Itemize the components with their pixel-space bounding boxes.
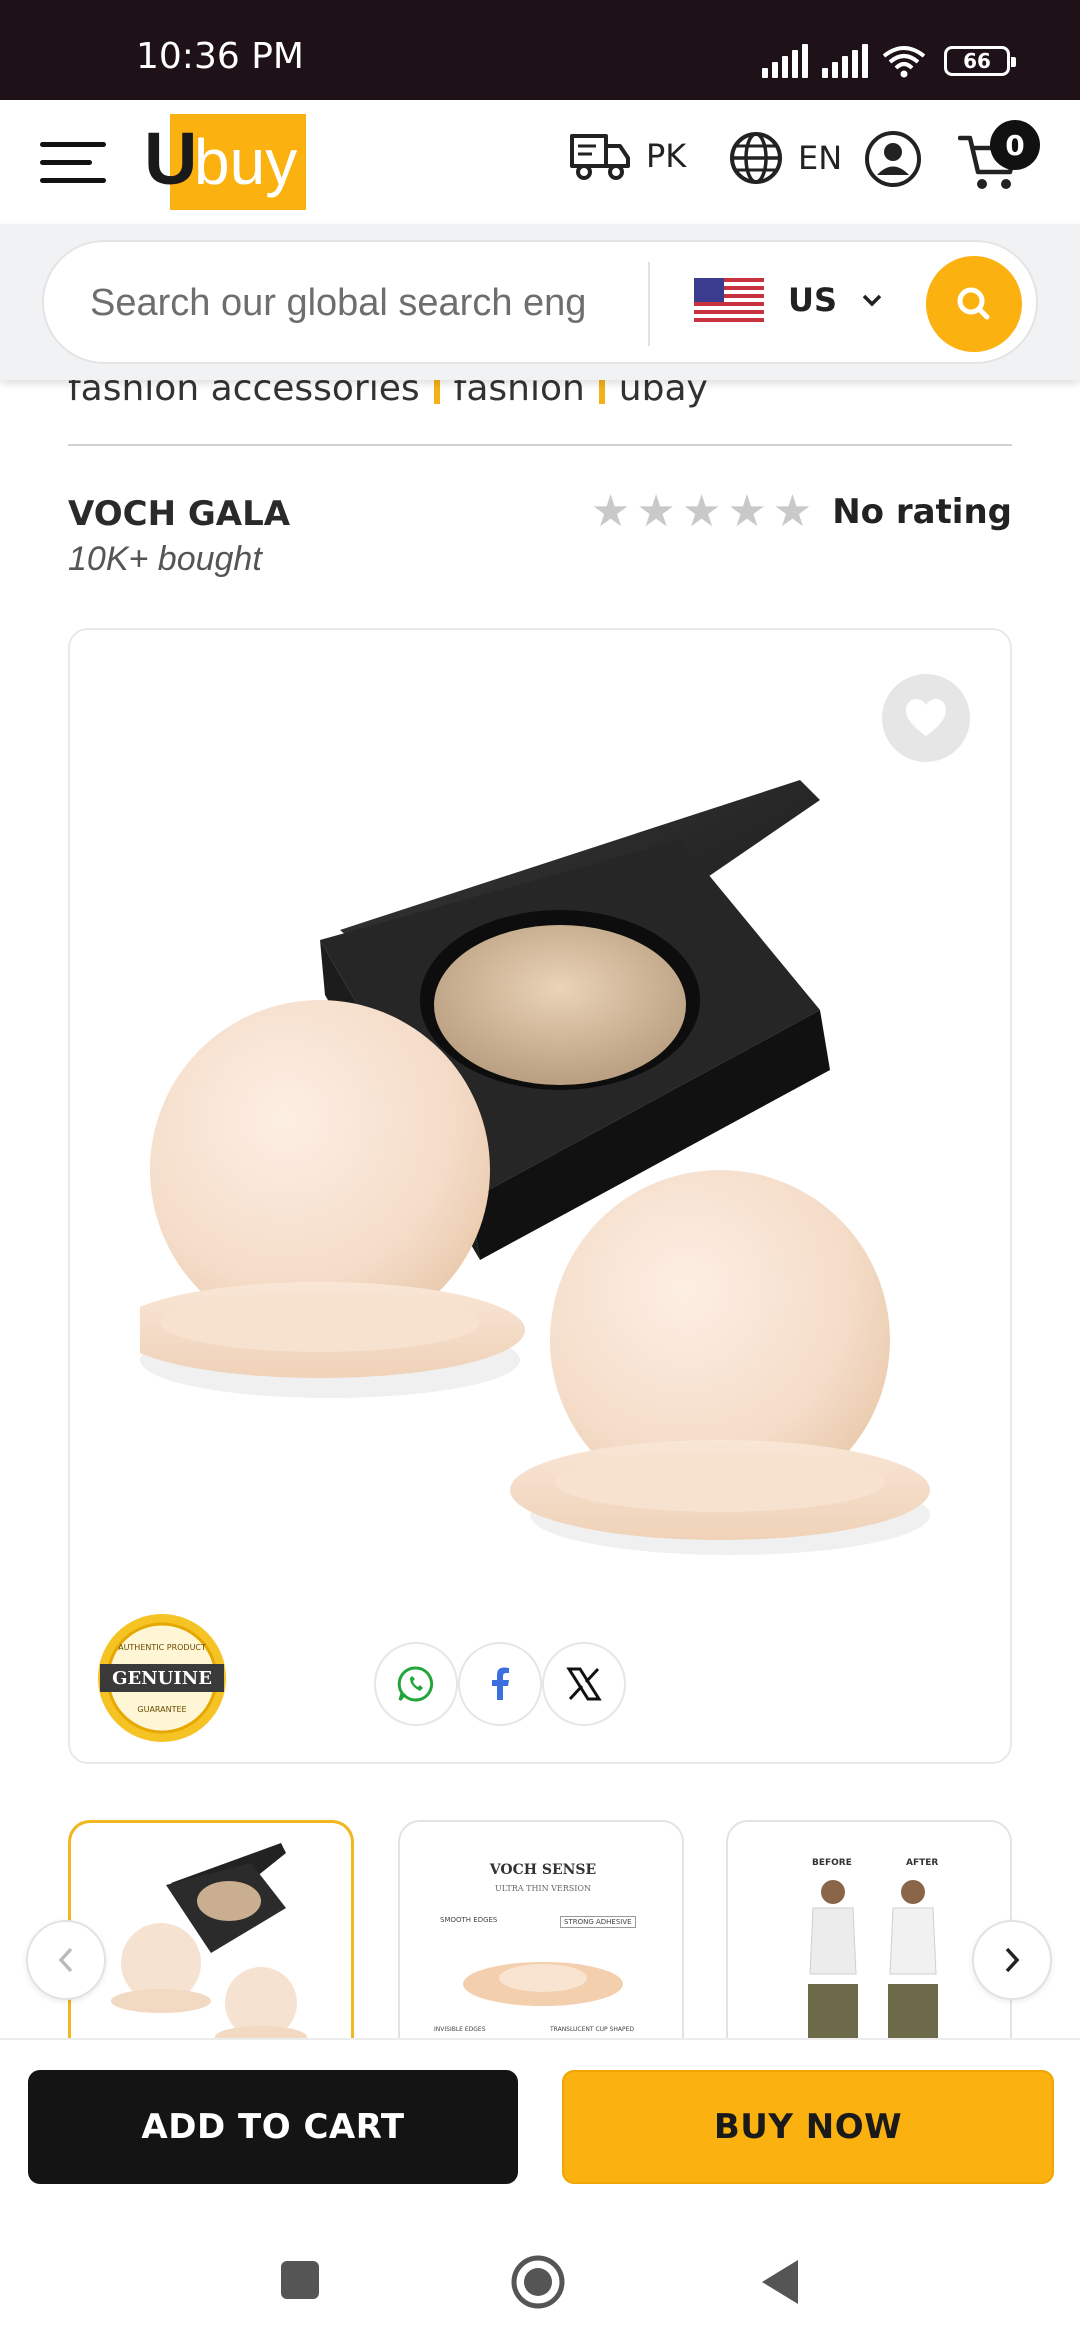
thumbnail-infographic-label: TRANSLUCENT CUP SHAPED xyxy=(550,2026,635,2033)
genuine-badge-ring-top: AUTHENTIC PRODUCT xyxy=(118,1643,206,1652)
search-icon xyxy=(957,287,990,320)
back-icon[interactable] xyxy=(756,2256,804,2308)
thumbnail-2[interactable]: VOCH SENSE ULTRA THIN VERSION SMOOTH EDG… xyxy=(398,1820,684,2040)
language-selector[interactable]: EN xyxy=(728,130,842,186)
battery-icon: 66 xyxy=(944,46,1016,76)
delivery-country-selector[interactable]: PK xyxy=(568,130,686,182)
status-time: 10:36 PM xyxy=(136,36,304,77)
share-facebook-button[interactable] xyxy=(458,1642,542,1726)
svg-text:buy: buy xyxy=(194,126,297,198)
thumbnail-infographic-title: VOCH SENSE xyxy=(489,1862,597,1878)
thumbnail-prev-button[interactable] xyxy=(26,1920,106,2000)
chevron-left-icon xyxy=(58,1947,73,1973)
thumbnail-infographic-subtitle: ULTRA THIN VERSION xyxy=(495,1884,591,1893)
status-bar: 10:36 PM 66 xyxy=(0,0,1080,100)
search-bar: US xyxy=(42,240,1038,364)
star-icon: ★ xyxy=(681,486,722,537)
signal-icon-2 xyxy=(822,44,868,78)
bought-count: 10K+ bought xyxy=(68,540,262,578)
star-icon: ★ xyxy=(636,486,676,537)
add-to-cart-button[interactable]: ADD TO CART xyxy=(28,2070,518,2184)
heart-icon xyxy=(906,699,946,736)
star-icon: ★ xyxy=(727,486,767,537)
thumbnail-next-button[interactable] xyxy=(972,1920,1052,2000)
genuine-badge-ring-bottom: GUARANTEE xyxy=(137,1705,186,1714)
thumbnail-infographic-label: STRONG ADHESIVE xyxy=(560,1916,636,1928)
system-navigation-bar xyxy=(0,2218,1080,2340)
product-image[interactable] xyxy=(140,780,960,1620)
purchase-action-bar: ADD TO CART BUY NOW xyxy=(0,2038,1080,2218)
battery-level: 66 xyxy=(963,49,991,73)
us-flag-icon xyxy=(694,278,764,322)
menu-icon[interactable] xyxy=(40,142,106,188)
share-whatsapp-button[interactable] xyxy=(374,1642,458,1726)
app-header: U buy PK EN 0 xyxy=(0,100,1080,224)
thumbnail-after-label: AFTER xyxy=(906,1858,939,1868)
thumbnail-infographic-image xyxy=(463,1962,623,2006)
thumbnail-before-label: BEFORE xyxy=(812,1858,852,1868)
search-country-code: US xyxy=(788,281,838,319)
star-icon: ★ xyxy=(590,486,631,537)
delivery-country-code: PK xyxy=(646,137,687,175)
buy-now-button[interactable]: BUY NOW xyxy=(562,2070,1054,2184)
globe-icon xyxy=(730,132,782,184)
signal-icon xyxy=(762,44,808,78)
delivery-truck-icon xyxy=(570,134,630,180)
facebook-icon xyxy=(492,1667,509,1700)
product-brand[interactable]: VOCH GALA xyxy=(68,494,290,534)
cart-count-badge: 0 xyxy=(990,120,1040,170)
product-rating: ★ ★ ★ ★ ★ No rating xyxy=(591,490,1012,534)
wishlist-button[interactable] xyxy=(882,674,970,762)
thumbnail-3[interactable]: BEFORE AFTER xyxy=(726,1820,1012,2040)
thumbnail-infographic-label: INVISIBLE EDGES xyxy=(434,2026,486,2033)
thumbnail-infographic-label: SMOOTH EDGES xyxy=(440,1916,498,1924)
home-icon[interactable] xyxy=(510,2254,566,2310)
account-icon[interactable] xyxy=(864,130,922,188)
chevron-right-icon xyxy=(1005,1947,1020,1973)
genuine-badge-text: GENUINE xyxy=(112,1668,212,1689)
search-divider xyxy=(648,262,650,346)
search-button[interactable] xyxy=(926,256,1022,352)
whatsapp-icon xyxy=(397,1666,434,1702)
status-icons: 66 xyxy=(762,44,1016,78)
chevron-down-icon xyxy=(862,294,882,307)
thumbnail-1[interactable] xyxy=(68,1820,354,2040)
genuine-badge: GENUINE AUTHENTIC PRODUCT GUARANTEE xyxy=(98,1614,226,1742)
rating-text: No rating xyxy=(832,492,1012,532)
thumbnail-product-image xyxy=(111,1843,307,2040)
ubuy-logo[interactable]: U buy xyxy=(144,114,306,210)
share-x-button[interactable] xyxy=(542,1642,626,1726)
star-icon: ★ xyxy=(772,486,813,537)
thumbnail-before-after-image xyxy=(778,1874,968,2040)
svg-text:U: U xyxy=(144,117,197,200)
language-code: EN xyxy=(798,139,843,177)
x-twitter-icon xyxy=(566,1667,602,1701)
recent-apps-icon[interactable] xyxy=(278,2258,322,2302)
search-band: US xyxy=(0,224,1080,380)
search-country-selector[interactable]: US xyxy=(694,278,883,322)
divider xyxy=(68,444,1012,446)
search-input[interactable] xyxy=(90,272,660,334)
wifi-icon xyxy=(882,46,926,78)
product-image-card: GENUINE AUTHENTIC PRODUCT GUARANTEE xyxy=(68,628,1012,1764)
